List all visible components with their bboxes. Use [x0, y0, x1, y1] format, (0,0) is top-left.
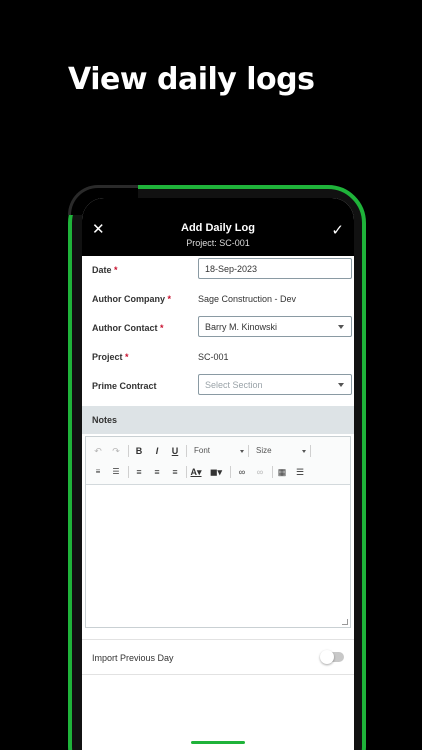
- toggle-knob: [320, 650, 334, 664]
- check-icon[interactable]: ✓: [331, 221, 344, 239]
- page-title: Add Daily Log: [181, 222, 255, 234]
- horizontal-rule-icon[interactable]: ☰: [294, 466, 306, 478]
- bulleted-list-icon[interactable]: ☰: [110, 466, 122, 478]
- link-icon[interactable]: ∞: [236, 466, 248, 478]
- text-color-icon[interactable]: A▾: [190, 466, 202, 478]
- bold-icon[interactable]: B: [133, 445, 145, 457]
- author-company-value: Sage Construction - Dev: [198, 294, 297, 304]
- project-value: SC-001: [198, 352, 229, 362]
- import-previous-day-toggle[interactable]: [320, 650, 344, 664]
- author-contact-label-text: Author Contact: [92, 323, 158, 333]
- toolbar-divider: [310, 445, 311, 457]
- align-left-icon[interactable]: ≡: [133, 466, 145, 478]
- headline: View daily logs: [68, 62, 315, 97]
- phone-notch: [148, 198, 288, 220]
- import-previous-day-row: Import Previous Day: [82, 639, 354, 675]
- date-field[interactable]: 18-Sep-2023: [198, 258, 352, 279]
- chevron-down-icon: [338, 325, 344, 329]
- align-center-icon[interactable]: ≡: [151, 466, 163, 478]
- import-previous-day-label: Import Previous Day: [92, 653, 174, 663]
- author-company-label: Author Company *: [92, 294, 171, 304]
- required-mark: *: [125, 352, 129, 362]
- notes-section-header: Notes: [82, 406, 354, 434]
- chevron-down-icon: [302, 450, 306, 453]
- size-select-label: Size: [256, 446, 272, 455]
- phone-screen: ✕ Add Daily Log Project: SC-001 ✓ Date *…: [82, 198, 354, 750]
- date-label-text: Date: [92, 265, 112, 275]
- prime-contract-label: Prime Contract: [92, 381, 157, 391]
- prime-contract-row: Prime Contract Select Section: [82, 372, 354, 401]
- chevron-down-icon: [240, 450, 244, 453]
- italic-icon[interactable]: I: [151, 445, 163, 457]
- author-contact-label: Author Contact *: [92, 323, 164, 333]
- required-mark: *: [160, 323, 164, 333]
- required-mark: *: [114, 265, 118, 275]
- toolbar-divider: [272, 466, 273, 478]
- date-row: Date * 18-Sep-2023: [82, 256, 354, 285]
- toolbar-divider: [186, 445, 187, 457]
- table-icon[interactable]: ▦: [276, 466, 288, 478]
- underline-icon[interactable]: U: [169, 445, 181, 457]
- toolbar-divider: [230, 466, 231, 478]
- font-select[interactable]: Font: [194, 445, 244, 457]
- author-company-label-text: Author Company: [92, 294, 165, 304]
- prime-contract-select[interactable]: Select Section: [198, 374, 352, 395]
- author-company-row: Author Company * Sage Construction - Dev: [82, 285, 354, 314]
- notes-editor[interactable]: ↶ ↷ B I U Font Size ≡ ☰ ≡ ≡ ≡ A▾ ◼▾ ∞ ∞ …: [85, 436, 351, 628]
- toolbar-divider: [128, 466, 129, 478]
- required-mark: *: [167, 294, 172, 304]
- redo-icon[interactable]: ↷: [110, 445, 122, 457]
- project-label: Project *: [92, 352, 129, 362]
- font-select-label: Font: [194, 446, 211, 455]
- chevron-down-icon: [338, 383, 344, 387]
- unlink-icon[interactable]: ∞: [254, 466, 266, 478]
- resize-handle[interactable]: [342, 619, 348, 625]
- align-right-icon[interactable]: ≡: [169, 466, 181, 478]
- toolbar-divider: [128, 445, 129, 457]
- undo-icon[interactable]: ↶: [92, 445, 104, 457]
- background-color-icon[interactable]: ◼▾: [210, 466, 222, 478]
- page-subtitle: Project: SC-001: [186, 238, 250, 248]
- project-label-text: Project: [92, 352, 123, 362]
- project-row: Project * SC-001: [82, 343, 354, 372]
- editor-toolbar: ↶ ↷ B I U Font Size ≡ ☰ ≡ ≡ ≡ A▾ ◼▾ ∞ ∞ …: [86, 437, 350, 485]
- toolbar-divider: [186, 466, 187, 478]
- author-contact-select[interactable]: Barry M. Kinowski: [198, 316, 352, 337]
- toolbar-divider: [248, 445, 249, 457]
- size-select[interactable]: Size: [256, 445, 306, 457]
- author-contact-value: Barry M. Kinowski: [205, 322, 278, 332]
- numbered-list-icon[interactable]: ≡: [92, 466, 104, 478]
- home-indicator: [191, 741, 245, 744]
- author-contact-row: Author Contact * Barry M. Kinowski: [82, 314, 354, 343]
- date-label: Date *: [92, 265, 118, 275]
- prime-contract-placeholder: Select Section: [205, 380, 263, 390]
